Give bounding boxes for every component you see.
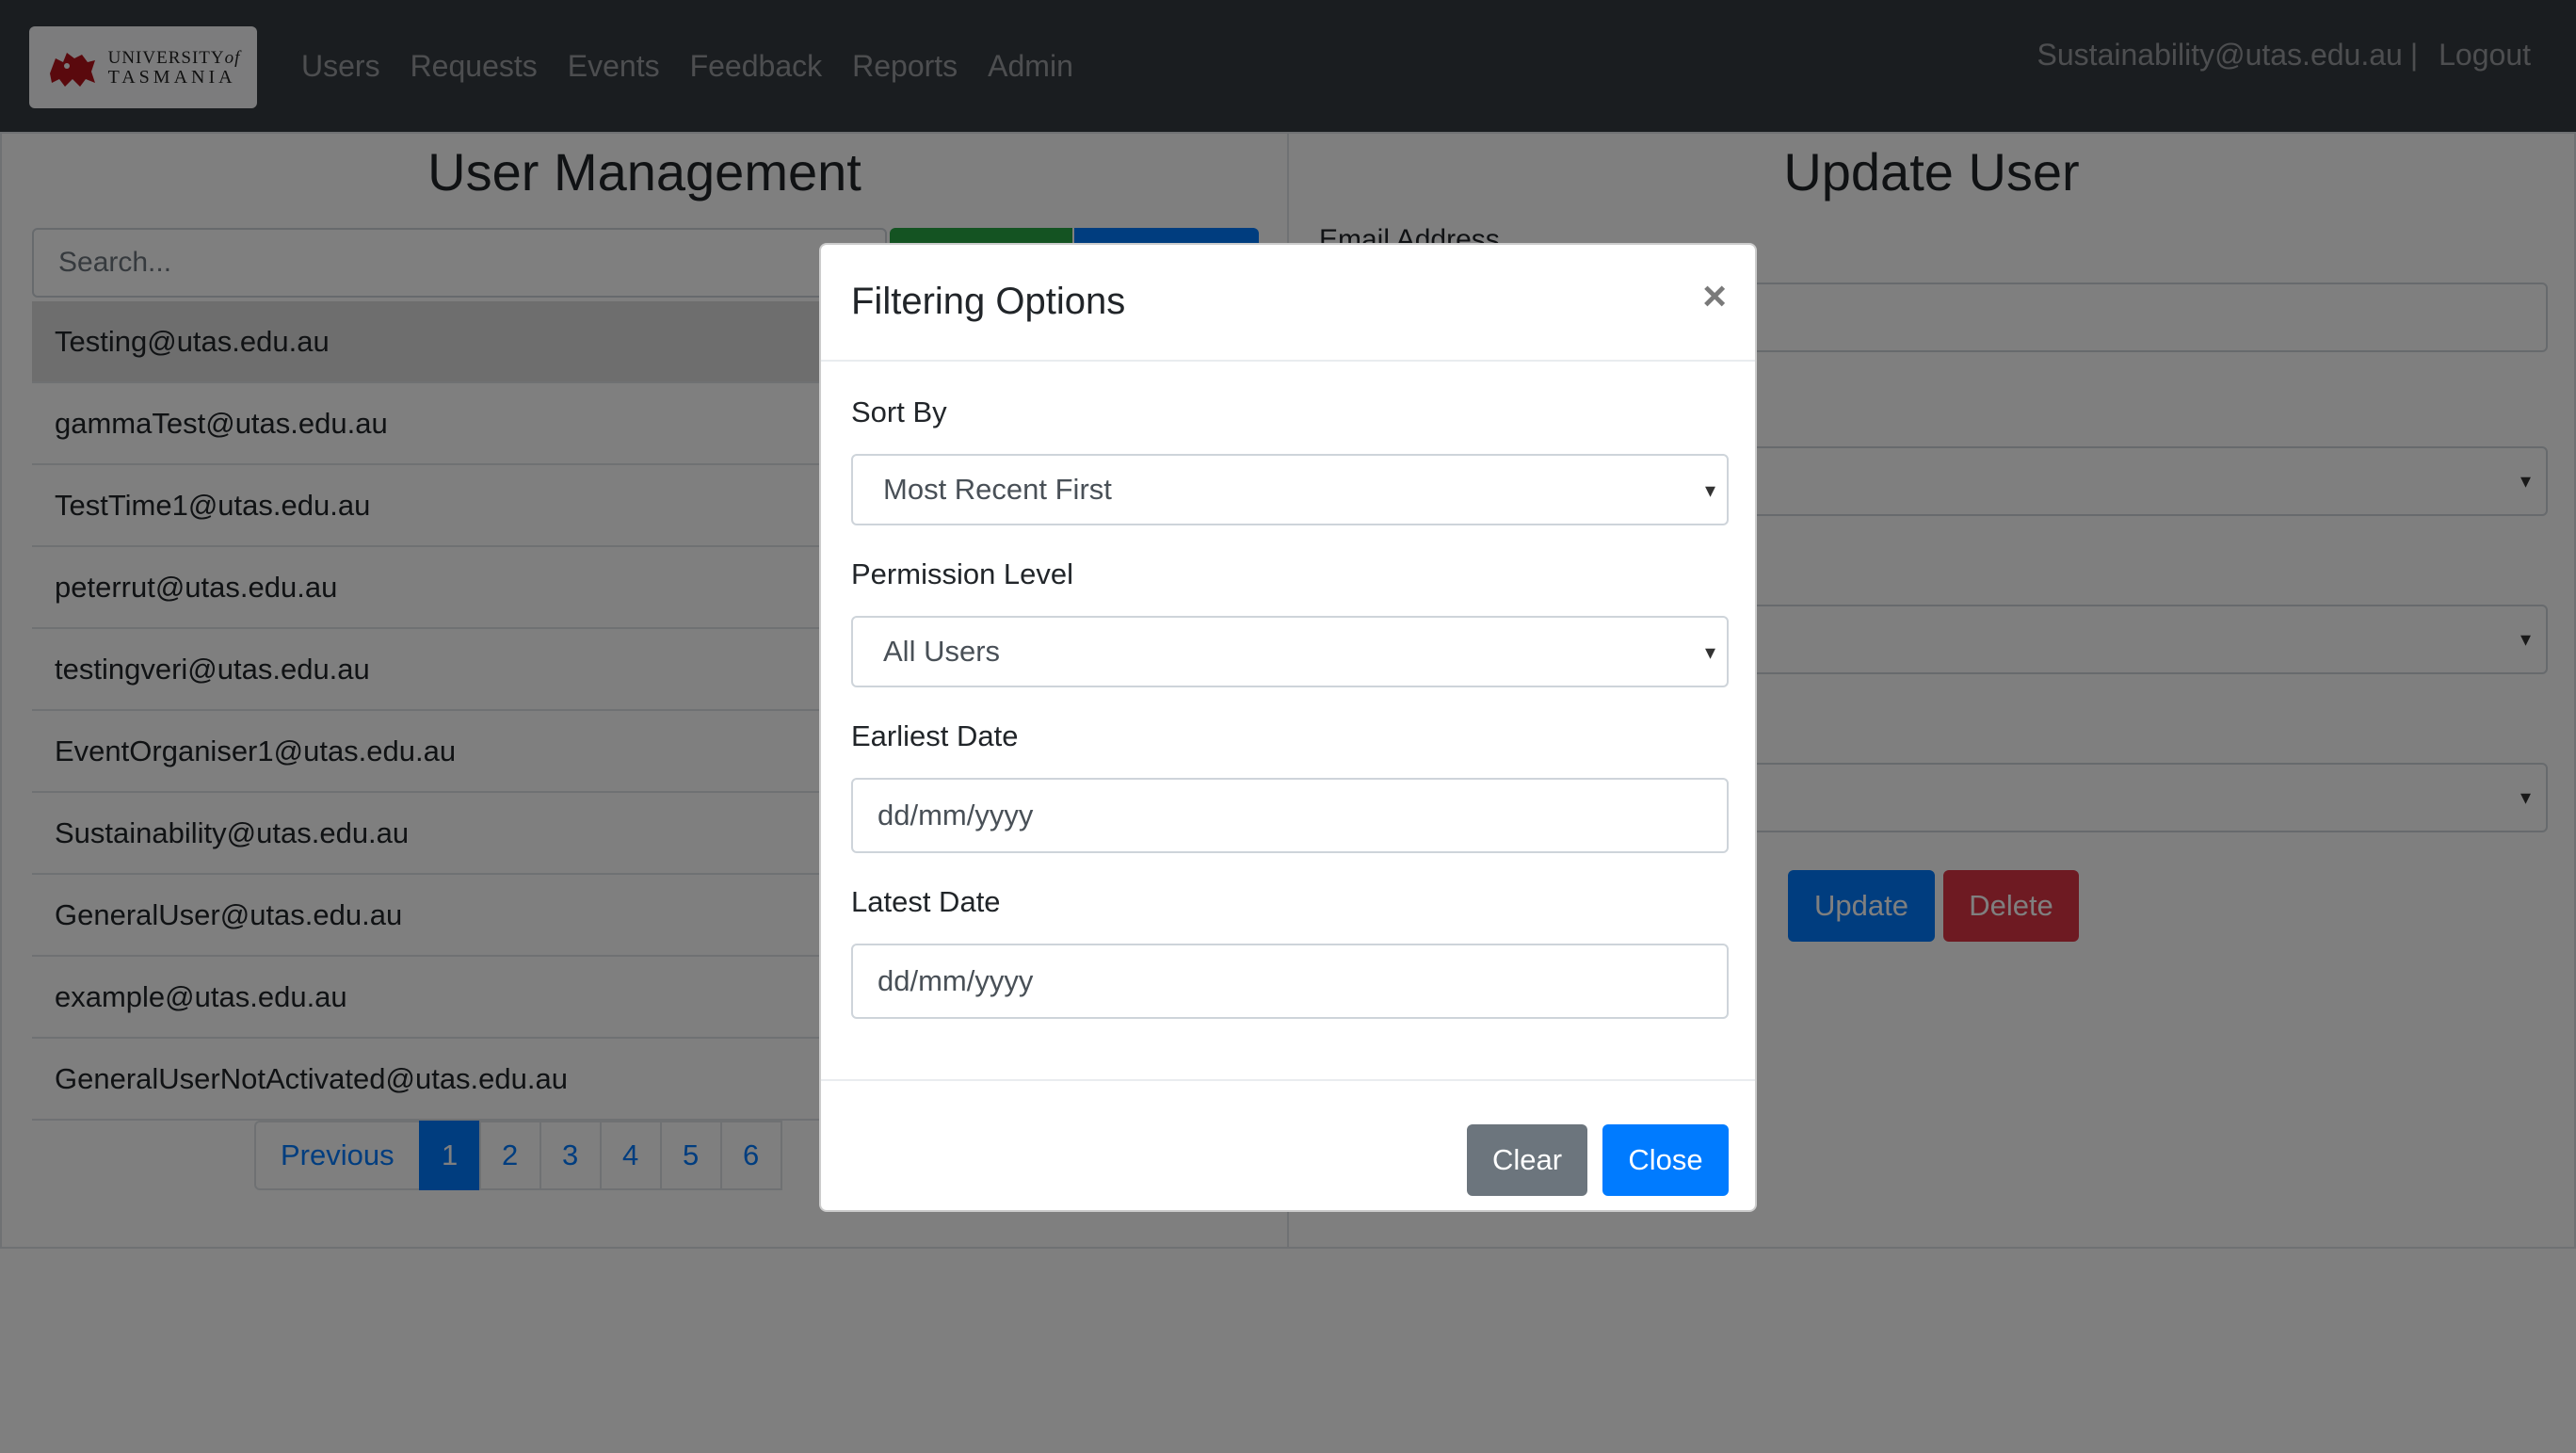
permission-level-select[interactable]: All Users ▾ xyxy=(851,616,1729,687)
close-button[interactable]: Close xyxy=(1602,1124,1729,1196)
sort-by-value: Most Recent First xyxy=(883,473,1112,506)
sort-by-select[interactable]: Most Recent First ▾ xyxy=(851,454,1729,525)
earliest-date-input[interactable]: dd/mm/yyyy xyxy=(851,778,1729,853)
modal-header: Filtering Options × xyxy=(821,245,1755,362)
latest-date-label: Latest Date xyxy=(851,885,1001,918)
latest-date-input[interactable]: dd/mm/yyyy xyxy=(851,944,1729,1019)
modal-title: Filtering Options xyxy=(851,281,1126,322)
earliest-date-label: Earliest Date xyxy=(851,719,1019,752)
permission-level-label: Permission Level xyxy=(851,557,1074,590)
clear-button[interactable]: Clear xyxy=(1467,1124,1587,1196)
chevron-down-icon: ▾ xyxy=(1704,640,1715,664)
chevron-down-icon: ▾ xyxy=(1704,478,1715,502)
close-icon[interactable]: × xyxy=(1702,273,1727,320)
latest-date-placeholder: dd/mm/yyyy xyxy=(877,964,1034,997)
modal-footer: Clear Close xyxy=(821,1079,1755,1211)
earliest-date-placeholder: dd/mm/yyyy xyxy=(877,799,1034,831)
permission-level-value: All Users xyxy=(883,635,1001,668)
filtering-options-modal: Filtering Options × Sort By Most Recent … xyxy=(819,243,1757,1212)
sort-by-label: Sort By xyxy=(851,396,947,428)
